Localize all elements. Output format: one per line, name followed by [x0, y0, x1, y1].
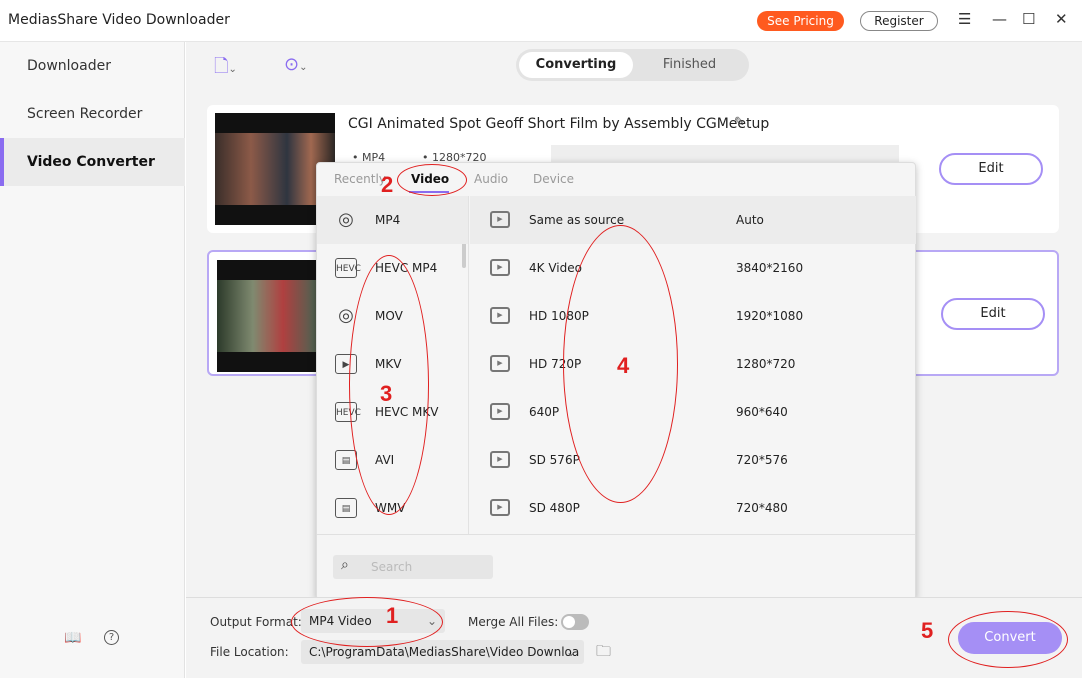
- edit-button[interactable]: Edit: [939, 153, 1043, 185]
- tab-audio[interactable]: Audio: [474, 172, 508, 186]
- chevron-down-icon: ⌄: [565, 645, 576, 659]
- preset-name: Same as source: [529, 213, 625, 227]
- chevron-down-icon: ⌄: [426, 614, 437, 628]
- merge-toggle[interactable]: [561, 614, 589, 630]
- file-location-select[interactable]: C:\ProgramData\MediasShare\Video Downloa…: [301, 640, 584, 664]
- minimize-icon[interactable]: —: [992, 10, 1007, 28]
- search-placeholder: Search: [371, 560, 413, 574]
- preset-name: HD 1080P: [529, 309, 589, 323]
- preset-name: SD 480P: [529, 501, 580, 515]
- merge-label: Merge All Files:: [468, 615, 559, 629]
- tab-device[interactable]: Device: [533, 172, 574, 186]
- preset-name: 640P: [529, 405, 560, 419]
- preset-resolution: 960*640: [736, 405, 788, 419]
- preset-item[interactable]: ▶ 640P 960*640: [470, 388, 916, 436]
- video-icon: ▶: [490, 403, 510, 420]
- tab-video[interactable]: Video: [411, 172, 449, 186]
- annotation-number: 1: [386, 603, 399, 628]
- convert-button[interactable]: Convert: [958, 622, 1062, 654]
- preset-item[interactable]: ▶ SD 480P 720*480: [470, 484, 916, 532]
- rename-icon[interactable]: ✎: [734, 115, 745, 130]
- preset-resolution: 1280*720: [736, 357, 796, 371]
- status-segment: Converting Finished: [516, 49, 749, 81]
- annotation-number: 4: [617, 353, 630, 378]
- tab-converting[interactable]: Converting: [519, 52, 633, 78]
- clapper-icon: ▤: [335, 498, 357, 518]
- format-item[interactable]: ▶ MKV: [317, 340, 468, 388]
- format-item[interactable]: ◎ MP4: [317, 196, 468, 244]
- annotation-number: 3: [380, 381, 393, 406]
- preset-item[interactable]: ▶ HD 720P 1280*720: [470, 340, 916, 388]
- preset-resolution: 3840*2160: [736, 261, 804, 275]
- menu-icon[interactable]: ☰: [958, 10, 971, 28]
- preset-name: 4K Video: [529, 261, 582, 275]
- preset-resolution: 720*576: [736, 453, 788, 467]
- tab-finished[interactable]: Finished: [633, 52, 746, 78]
- preset-resolution: Auto: [736, 213, 764, 227]
- preset-resolution: 1920*1080: [736, 309, 804, 323]
- maximize-icon[interactable]: ☐: [1022, 10, 1035, 28]
- format-item[interactable]: ▤ WMV: [317, 484, 468, 532]
- preset-resolution: 720*480: [736, 501, 788, 515]
- video-icon: ▶: [490, 211, 510, 228]
- video-icon: ▶: [490, 451, 510, 468]
- format-label: MP4: [375, 213, 401, 227]
- edit-button[interactable]: Edit: [941, 298, 1045, 330]
- close-icon[interactable]: ✕: [1055, 10, 1068, 28]
- preset-name: SD 576P: [529, 453, 580, 467]
- register-button[interactable]: Register: [860, 11, 938, 31]
- video-icon: ▶: [490, 499, 510, 516]
- format-field[interactable]: [551, 145, 899, 163]
- book-icon[interactable]: 📖: [64, 630, 81, 646]
- format-label: WMV: [375, 501, 406, 515]
- output-format-value: MP4 Video: [309, 614, 372, 628]
- add-file-icon[interactable]: 🗋⌄: [214, 54, 237, 84]
- format-item[interactable]: HEVC HEVC MKV: [317, 388, 468, 436]
- add-disc-icon[interactable]: ⊙⌄: [284, 54, 307, 75]
- format-label: AVI: [375, 453, 395, 467]
- video-icon: ▶: [490, 259, 510, 276]
- file-title: CGI Animated Spot Geoff Short Film by As…: [348, 116, 770, 132]
- preset-item[interactable]: ▶ HD 1080P 1920*1080: [470, 292, 916, 340]
- disc-icon: ◎: [338, 209, 354, 230]
- video-icon: ▶: [490, 355, 510, 372]
- preset-name: HD 720P: [529, 357, 582, 371]
- clapper-icon: ▤: [335, 450, 357, 470]
- HEVC-icon: HEVC: [335, 258, 361, 278]
- see-pricing-button[interactable]: See Pricing: [757, 11, 844, 31]
- title-bar: MediasShare Video Downloader See Pricing…: [0, 0, 1082, 42]
- folder-icon[interactable]: 🗀: [596, 641, 611, 666]
- format-item[interactable]: ◎ MOV: [317, 292, 468, 340]
- format-item[interactable]: ▤ AVI: [317, 436, 468, 484]
- tab-recently[interactable]: Recently: [334, 172, 386, 186]
- sidebar-item-downloader[interactable]: Downloader: [0, 42, 185, 90]
- sidebar: Downloader Screen Recorder Video Convert…: [0, 42, 185, 678]
- video-icon: ▶: [335, 354, 357, 374]
- preset-item[interactable]: ▶ Same as source Auto: [470, 196, 916, 244]
- format-popup: Recently Video Audio Device ◎ MP4 HEVC HEVC…: [316, 162, 916, 600]
- format-label: MOV: [375, 309, 403, 323]
- format-list: ◎ MP4 HEVC HEVC MP4 ◎ MOV ▶ MKV HEVC HEVC MKV ▤ AVI…: [317, 196, 469, 534]
- annotation-number: 5: [921, 618, 934, 643]
- video-icon: ▶: [490, 307, 510, 324]
- output-format-select[interactable]: MP4 Video ⌄: [301, 609, 445, 633]
- sidebar-item-video-converter[interactable]: Video Converter: [0, 138, 185, 186]
- file-location-value: C:\ProgramData\MediasShare\Video Downloa: [309, 645, 580, 659]
- preset-item[interactable]: ▶ SD 576P 720*576: [470, 436, 916, 484]
- HEVC-icon: HEVC: [335, 402, 361, 422]
- format-label: HEVC MP4: [375, 261, 438, 275]
- search-icon: ⌕: [341, 557, 349, 573]
- app-title: MediasShare Video Downloader: [8, 12, 230, 28]
- help-icon[interactable]: ?: [104, 630, 119, 645]
- output-format-label: Output Format:: [210, 615, 302, 629]
- format-item[interactable]: HEVC HEVC MP4: [317, 244, 468, 292]
- annotation-number: 2: [381, 172, 394, 197]
- search-input[interactable]: ⌕ Search: [333, 555, 493, 579]
- preset-item[interactable]: ▶ 4K Video 3840*2160: [470, 244, 916, 292]
- disc-icon: ◎: [338, 305, 354, 326]
- sidebar-item-screen-recorder[interactable]: Screen Recorder: [0, 90, 185, 138]
- bottom-bar: Output Format: MP4 Video ⌄ Merge All File…: [186, 597, 1082, 678]
- file-location-label: File Location:: [210, 645, 289, 659]
